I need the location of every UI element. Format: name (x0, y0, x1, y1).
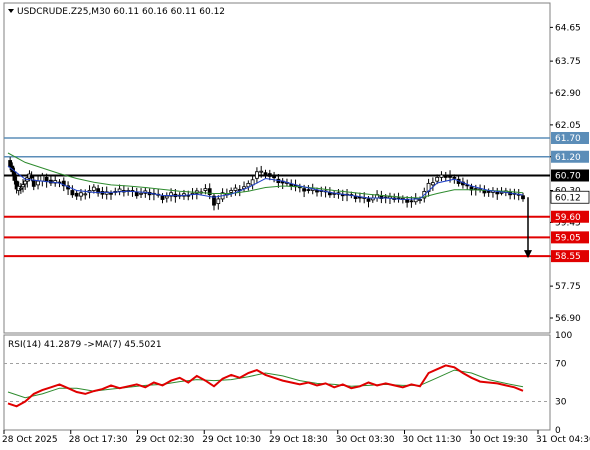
candle-body (452, 176, 457, 179)
candle-body (246, 182, 251, 188)
time-tick-label: 29 Oct 02:30 (136, 435, 195, 445)
main-plot-area[interactable] (3, 2, 551, 334)
time-tick-label: 29 Oct 10:30 (202, 435, 261, 445)
candle-body (40, 175, 45, 182)
candle-body (117, 188, 122, 192)
price-tick-label: 62.05 (555, 121, 581, 131)
candle-body (409, 200, 414, 203)
candle-body (139, 192, 143, 195)
candle-body (79, 192, 83, 197)
candle-body (109, 192, 113, 195)
level-tag-label: 61.70 (555, 134, 581, 144)
time-tick-label: 30 Oct 03:30 (336, 435, 395, 445)
time-tick-label: 30 Oct 11:30 (403, 435, 462, 445)
symbol-header: USDCRUDE.Z25,M30 60.11 60.16 60.11 60.12 (17, 7, 225, 17)
time-tick-label: 28 Oct 17:30 (69, 435, 128, 445)
rsi-tick-label: 70 (555, 360, 567, 370)
candle-body (302, 188, 307, 192)
candle-body (70, 190, 75, 196)
candle-body (134, 191, 139, 197)
candle-body (233, 187, 238, 191)
price-axis: 64.6563.7562.9062.0561.2060.3059.4558.55… (550, 23, 590, 436)
price-tick-label: 63.75 (555, 57, 581, 67)
rsi-tick-label: 30 (555, 398, 567, 408)
candle-body (203, 188, 208, 191)
candle-body (439, 174, 444, 178)
candle-body (435, 176, 440, 182)
candle-body (366, 198, 371, 202)
price-tick-label: 57.75 (555, 282, 581, 292)
price-tick-label: 62.90 (555, 89, 581, 99)
candle-body (216, 198, 221, 205)
candle-body (12, 171, 17, 181)
candle-body (430, 182, 435, 186)
level-tag-label: 59.05 (555, 233, 581, 243)
candle-body (448, 175, 452, 178)
candle-body (443, 176, 448, 178)
last-price-label: 60.12 (555, 193, 581, 203)
candle-body (29, 175, 34, 179)
level-tag-label: 60.70 (555, 172, 581, 182)
level-tag-label: 61.20 (555, 153, 581, 163)
candle-body (272, 176, 276, 179)
candle-body (160, 195, 165, 200)
price-tick-label: 64.65 (555, 23, 581, 33)
level-tag-label: 59.60 (555, 213, 581, 223)
rsi-header: RSI(14) 41.2879 ->MA(7) 45.5021 (8, 340, 162, 350)
candle-body (315, 190, 319, 193)
candle-body (36, 180, 40, 186)
price-tick-label: 56.90 (555, 314, 581, 324)
candle-body (83, 193, 88, 196)
time-tick-label: 30 Oct 19:30 (469, 435, 528, 445)
candle-body (250, 179, 255, 186)
time-tick-label: 31 Oct 04:30 (536, 435, 590, 445)
candle-body (306, 189, 311, 191)
candle-body (418, 199, 422, 201)
level-tag-label: 58.55 (555, 252, 581, 262)
candle-body (229, 190, 234, 193)
candle-body (263, 172, 268, 176)
candle-body (91, 186, 96, 191)
candle-body (164, 195, 169, 199)
candle-body (405, 199, 410, 203)
candle-body (21, 184, 25, 188)
time-tick-label: 29 Oct 18:30 (269, 435, 328, 445)
candle-body (255, 171, 259, 179)
candle-body (259, 170, 264, 173)
candle-body (74, 192, 79, 197)
candle-body (495, 191, 500, 195)
candle-body (521, 195, 525, 200)
candle-body (23, 180, 28, 185)
trading-chart[interactable]: USDCRUDE.Z25,M30 60.11 60.16 60.11 60.12… (0, 0, 590, 450)
time-axis: 28 Oct 2025 28 Oct 17:30 29 Oct 02:30 29 Oc… (2, 430, 590, 445)
rsi-tick-label: 100 (555, 331, 572, 341)
candle-body (267, 173, 272, 177)
candle-body (486, 191, 491, 193)
time-tick-label: 28 Oct 2025 (2, 435, 58, 445)
candle-body (18, 187, 23, 190)
candle-body (31, 179, 36, 187)
candle-body (482, 190, 487, 194)
